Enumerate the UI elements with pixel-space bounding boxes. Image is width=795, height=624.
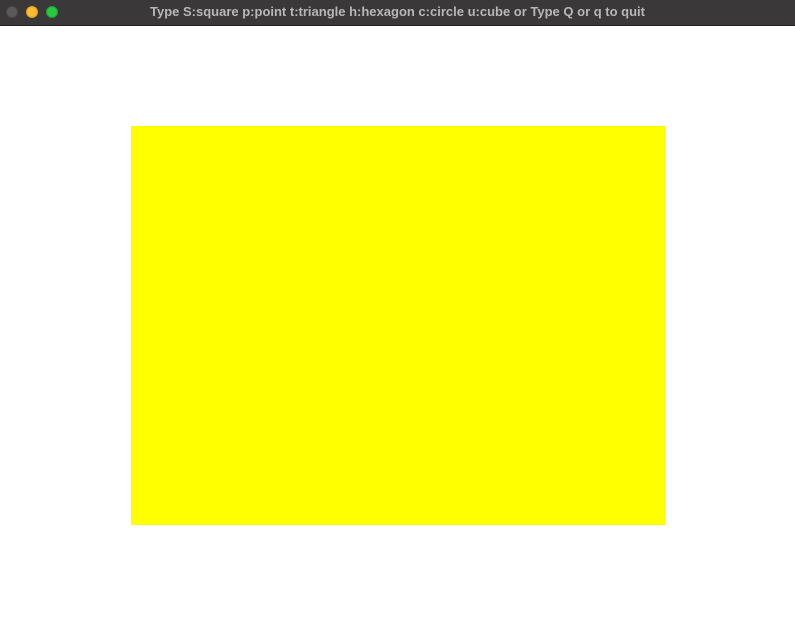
drawing-canvas[interactable] <box>0 26 795 624</box>
title-bar[interactable]: Type S:square p:point t:triangle h:hexag… <box>0 0 795 26</box>
close-button[interactable] <box>6 6 18 18</box>
zoom-button[interactable] <box>46 6 58 18</box>
minimize-button[interactable] <box>26 6 38 18</box>
yellow-square-shape <box>131 126 665 525</box>
app-window: Type S:square p:point t:triangle h:hexag… <box>0 0 795 624</box>
window-title: Type S:square p:point t:triangle h:hexag… <box>150 4 645 19</box>
